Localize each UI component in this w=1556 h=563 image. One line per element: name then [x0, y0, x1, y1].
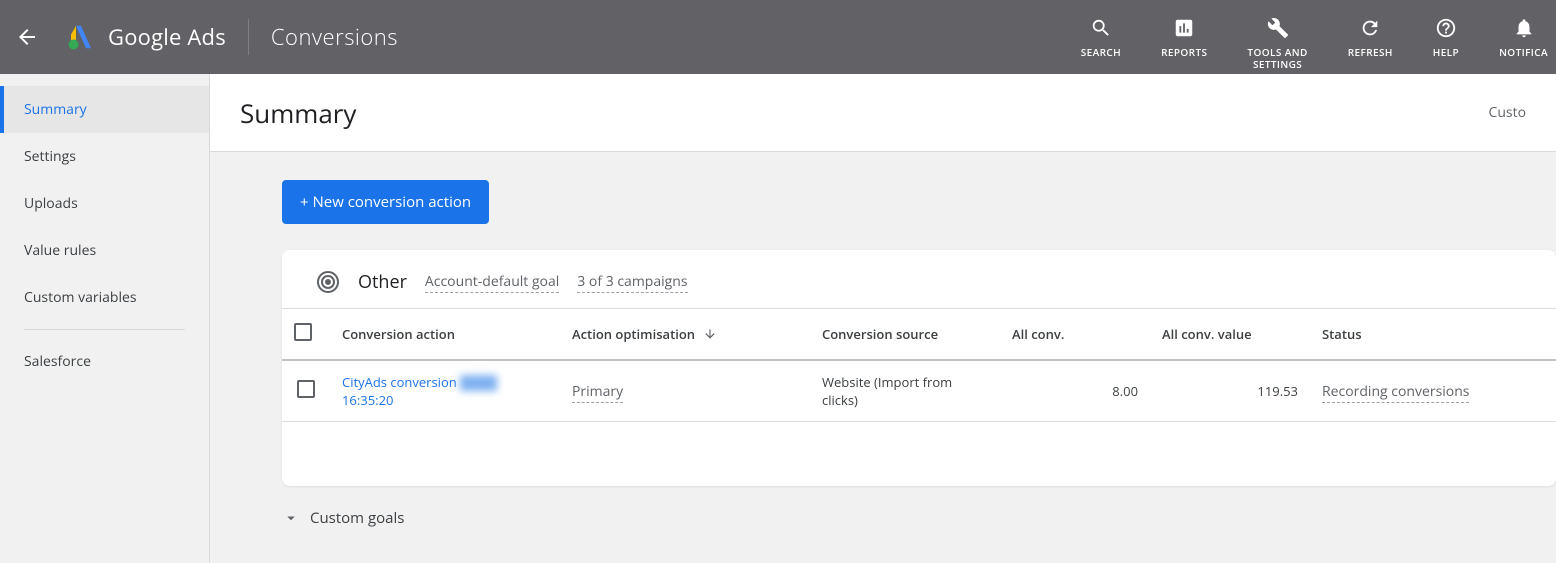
sidebar-item-label: Summary — [24, 100, 87, 119]
arrow-left-icon — [15, 25, 39, 49]
content: Summary Custo + New conversion action Ot… — [210, 74, 1556, 563]
arrow-down-icon — [703, 327, 717, 341]
tool-label: REPORTS — [1161, 46, 1207, 58]
header-tools: SEARCH REPORTS TOOLS AND SETTINGS REFRES… — [1061, 4, 1556, 70]
sidebar-item-label: Settings — [24, 147, 76, 166]
sidebar-item-label: Uploads — [24, 194, 78, 213]
row-checkbox[interactable] — [297, 380, 315, 398]
sidebar-item-label: Custom variables — [24, 288, 137, 307]
sidebar-item-salesforce[interactable]: Salesforce — [0, 338, 209, 385]
row-all-conv: 8.00 — [1000, 360, 1150, 422]
tool-tools-settings[interactable]: TOOLS AND SETTINGS — [1227, 16, 1327, 70]
tool-label: HELP — [1433, 46, 1459, 58]
sidebar-item-label: Value rules — [24, 241, 96, 260]
tool-search[interactable]: SEARCH — [1061, 16, 1141, 58]
sidebar-item-value-rules[interactable]: Value rules — [0, 227, 209, 274]
reports-icon — [1173, 17, 1195, 39]
row-status[interactable]: Recording conversions — [1322, 382, 1469, 403]
sidebar-item-custom-variables[interactable]: Custom variables — [0, 274, 209, 321]
conversion-card: Other Account-default goal 3 of 3 campai… — [282, 250, 1556, 486]
col-action-optimisation[interactable]: Action optimisation — [560, 309, 810, 361]
refresh-icon — [1359, 17, 1381, 39]
google-ads-logo — [66, 22, 96, 52]
tool-label: NOTIFICA — [1499, 46, 1548, 58]
goal-link[interactable]: Account-default goal — [425, 272, 559, 293]
custom-goals-toggle[interactable]: Custom goals — [282, 486, 1556, 528]
col-all-conv-value[interactable]: All conv. value — [1150, 309, 1310, 361]
page-name: Conversions — [271, 22, 398, 52]
sidebar-item-summary[interactable]: Summary — [0, 86, 209, 133]
app-title: Google Ads — [108, 22, 226, 52]
tool-label: REFRESH — [1348, 46, 1393, 58]
col-conversion-action[interactable]: Conversion action — [330, 309, 560, 361]
tool-label: TOOLS AND SETTINGS — [1247, 46, 1307, 70]
logo-icon — [66, 22, 96, 52]
custom-goals-label: Custom goals — [310, 508, 404, 528]
select-all-checkbox[interactable] — [294, 323, 312, 341]
conversion-name-link[interactable]: CityAds conversion ████ 16:35:20 — [342, 373, 548, 409]
sidebar-item-uploads[interactable]: Uploads — [0, 180, 209, 227]
target-icon — [316, 270, 340, 294]
col-conversion-source[interactable]: Conversion source — [810, 309, 1000, 361]
campaigns-link[interactable]: 3 of 3 campaigns — [577, 272, 687, 293]
notifications-icon — [1513, 17, 1535, 39]
header-divider — [248, 19, 249, 55]
row-name-line1: CityAds conversion — [342, 373, 457, 391]
sidebar-divider — [24, 329, 185, 330]
row-all-conv-value: 119.53 — [1150, 360, 1310, 422]
card-head: Other Account-default goal 3 of 3 campai… — [282, 250, 1556, 308]
conversion-table: Conversion action Action optimisation Co… — [282, 308, 1556, 422]
chevron-down-icon — [282, 509, 300, 527]
back-button[interactable] — [0, 25, 54, 49]
help-icon — [1435, 17, 1457, 39]
tool-label: SEARCH — [1081, 46, 1121, 58]
row-name-line2: 16:35:20 — [342, 391, 393, 409]
content-header: Summary Custo — [210, 74, 1556, 152]
tools-icon — [1267, 17, 1289, 39]
sidebar-item-label: Salesforce — [24, 352, 91, 371]
table-row: CityAds conversion ████ 16:35:20 Primary… — [282, 360, 1556, 422]
new-conversion-action-button[interactable]: + New conversion action — [282, 180, 489, 224]
sidebar: Summary Settings Uploads Value rules Cus… — [0, 74, 210, 563]
col-all-conv[interactable]: All conv. — [1000, 309, 1150, 361]
sidebar-item-settings[interactable]: Settings — [0, 133, 209, 180]
card-title: Other — [358, 270, 407, 294]
col-label: Action optimisation — [572, 325, 695, 343]
row-optimisation[interactable]: Primary — [572, 382, 623, 403]
tool-reports[interactable]: REPORTS — [1141, 16, 1227, 58]
row-source: Website (Import from clicks) — [810, 360, 1000, 422]
tool-help[interactable]: HELP — [1413, 16, 1479, 58]
page-title: Summary — [240, 95, 1489, 131]
col-status[interactable]: Status — [1310, 309, 1556, 361]
tool-notifications[interactable]: NOTIFICA — [1479, 16, 1556, 58]
tool-refresh[interactable]: REFRESH — [1328, 16, 1413, 58]
search-icon — [1090, 17, 1112, 39]
row-name-blur: ████ — [460, 373, 497, 391]
content-right-text: Custo — [1489, 103, 1527, 122]
app-header: Google Ads Conversions SEARCH REPORTS TO… — [0, 0, 1556, 74]
